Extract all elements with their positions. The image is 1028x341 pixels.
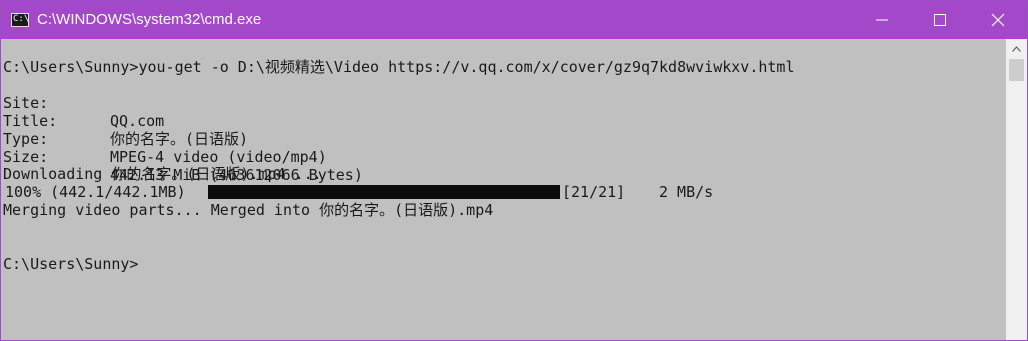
size-label: Size:: [3, 148, 49, 166]
size-row: Size: 442.13 MiB (463612066 Bytes): [3, 130, 363, 184]
minimize-icon: [876, 19, 888, 21]
scroll-thumb[interactable]: [1009, 59, 1024, 81]
cmd-window: C:\ C:\WINDOWS\system32\cmd.exe C:\Users…: [0, 0, 1028, 341]
progress-count: [21/21]: [562, 183, 626, 201]
chevron-up-icon: [1012, 46, 1021, 52]
minimize-button[interactable]: [853, 1, 911, 39]
progress-speed: 2 MB/s: [659, 183, 714, 201]
site-value: QQ.com: [110, 112, 165, 130]
maximize-button[interactable]: [911, 1, 969, 39]
type-row: Type: MPEG-4 video (video/mp4): [3, 112, 327, 166]
vertical-scrollbar[interactable]: [1006, 39, 1027, 340]
final-prompt: C:\Users\Sunny>: [3, 255, 139, 273]
site-row: Site: QQ.com: [3, 76, 164, 130]
scroll-up-button[interactable]: [1006, 39, 1027, 58]
maximize-icon: [934, 14, 946, 26]
title-value: 你的名字。(日语版): [110, 130, 249, 148]
close-icon: [991, 13, 1005, 27]
progress-percent: 100% (442.1/442.1MB): [5, 183, 186, 201]
cmd-icon[interactable]: C:\: [11, 13, 29, 27]
progress-bar: [208, 185, 560, 199]
merge-line: Merging video parts... Merged into 你的名字。…: [3, 201, 494, 219]
close-button[interactable]: [969, 1, 1027, 39]
title-bar[interactable]: C:\ C:\WINDOWS\system32\cmd.exe: [1, 1, 1027, 39]
title-row: Title: 你的名字。(日语版): [3, 94, 248, 148]
progress-fill: [208, 185, 560, 199]
window-title: C:\WINDOWS\system32\cmd.exe: [37, 11, 262, 28]
console-output[interactable]: C:\Users\Sunny>you-get -o D:\视频精选\Video …: [1, 39, 1006, 340]
downloading-line: Downloading 你的名字。(日语版).mp4 ...: [3, 165, 322, 183]
command-line: C:\Users\Sunny>you-get -o D:\视频精选\Video …: [3, 58, 795, 76]
type-value: MPEG-4 video (video/mp4): [110, 148, 327, 166]
